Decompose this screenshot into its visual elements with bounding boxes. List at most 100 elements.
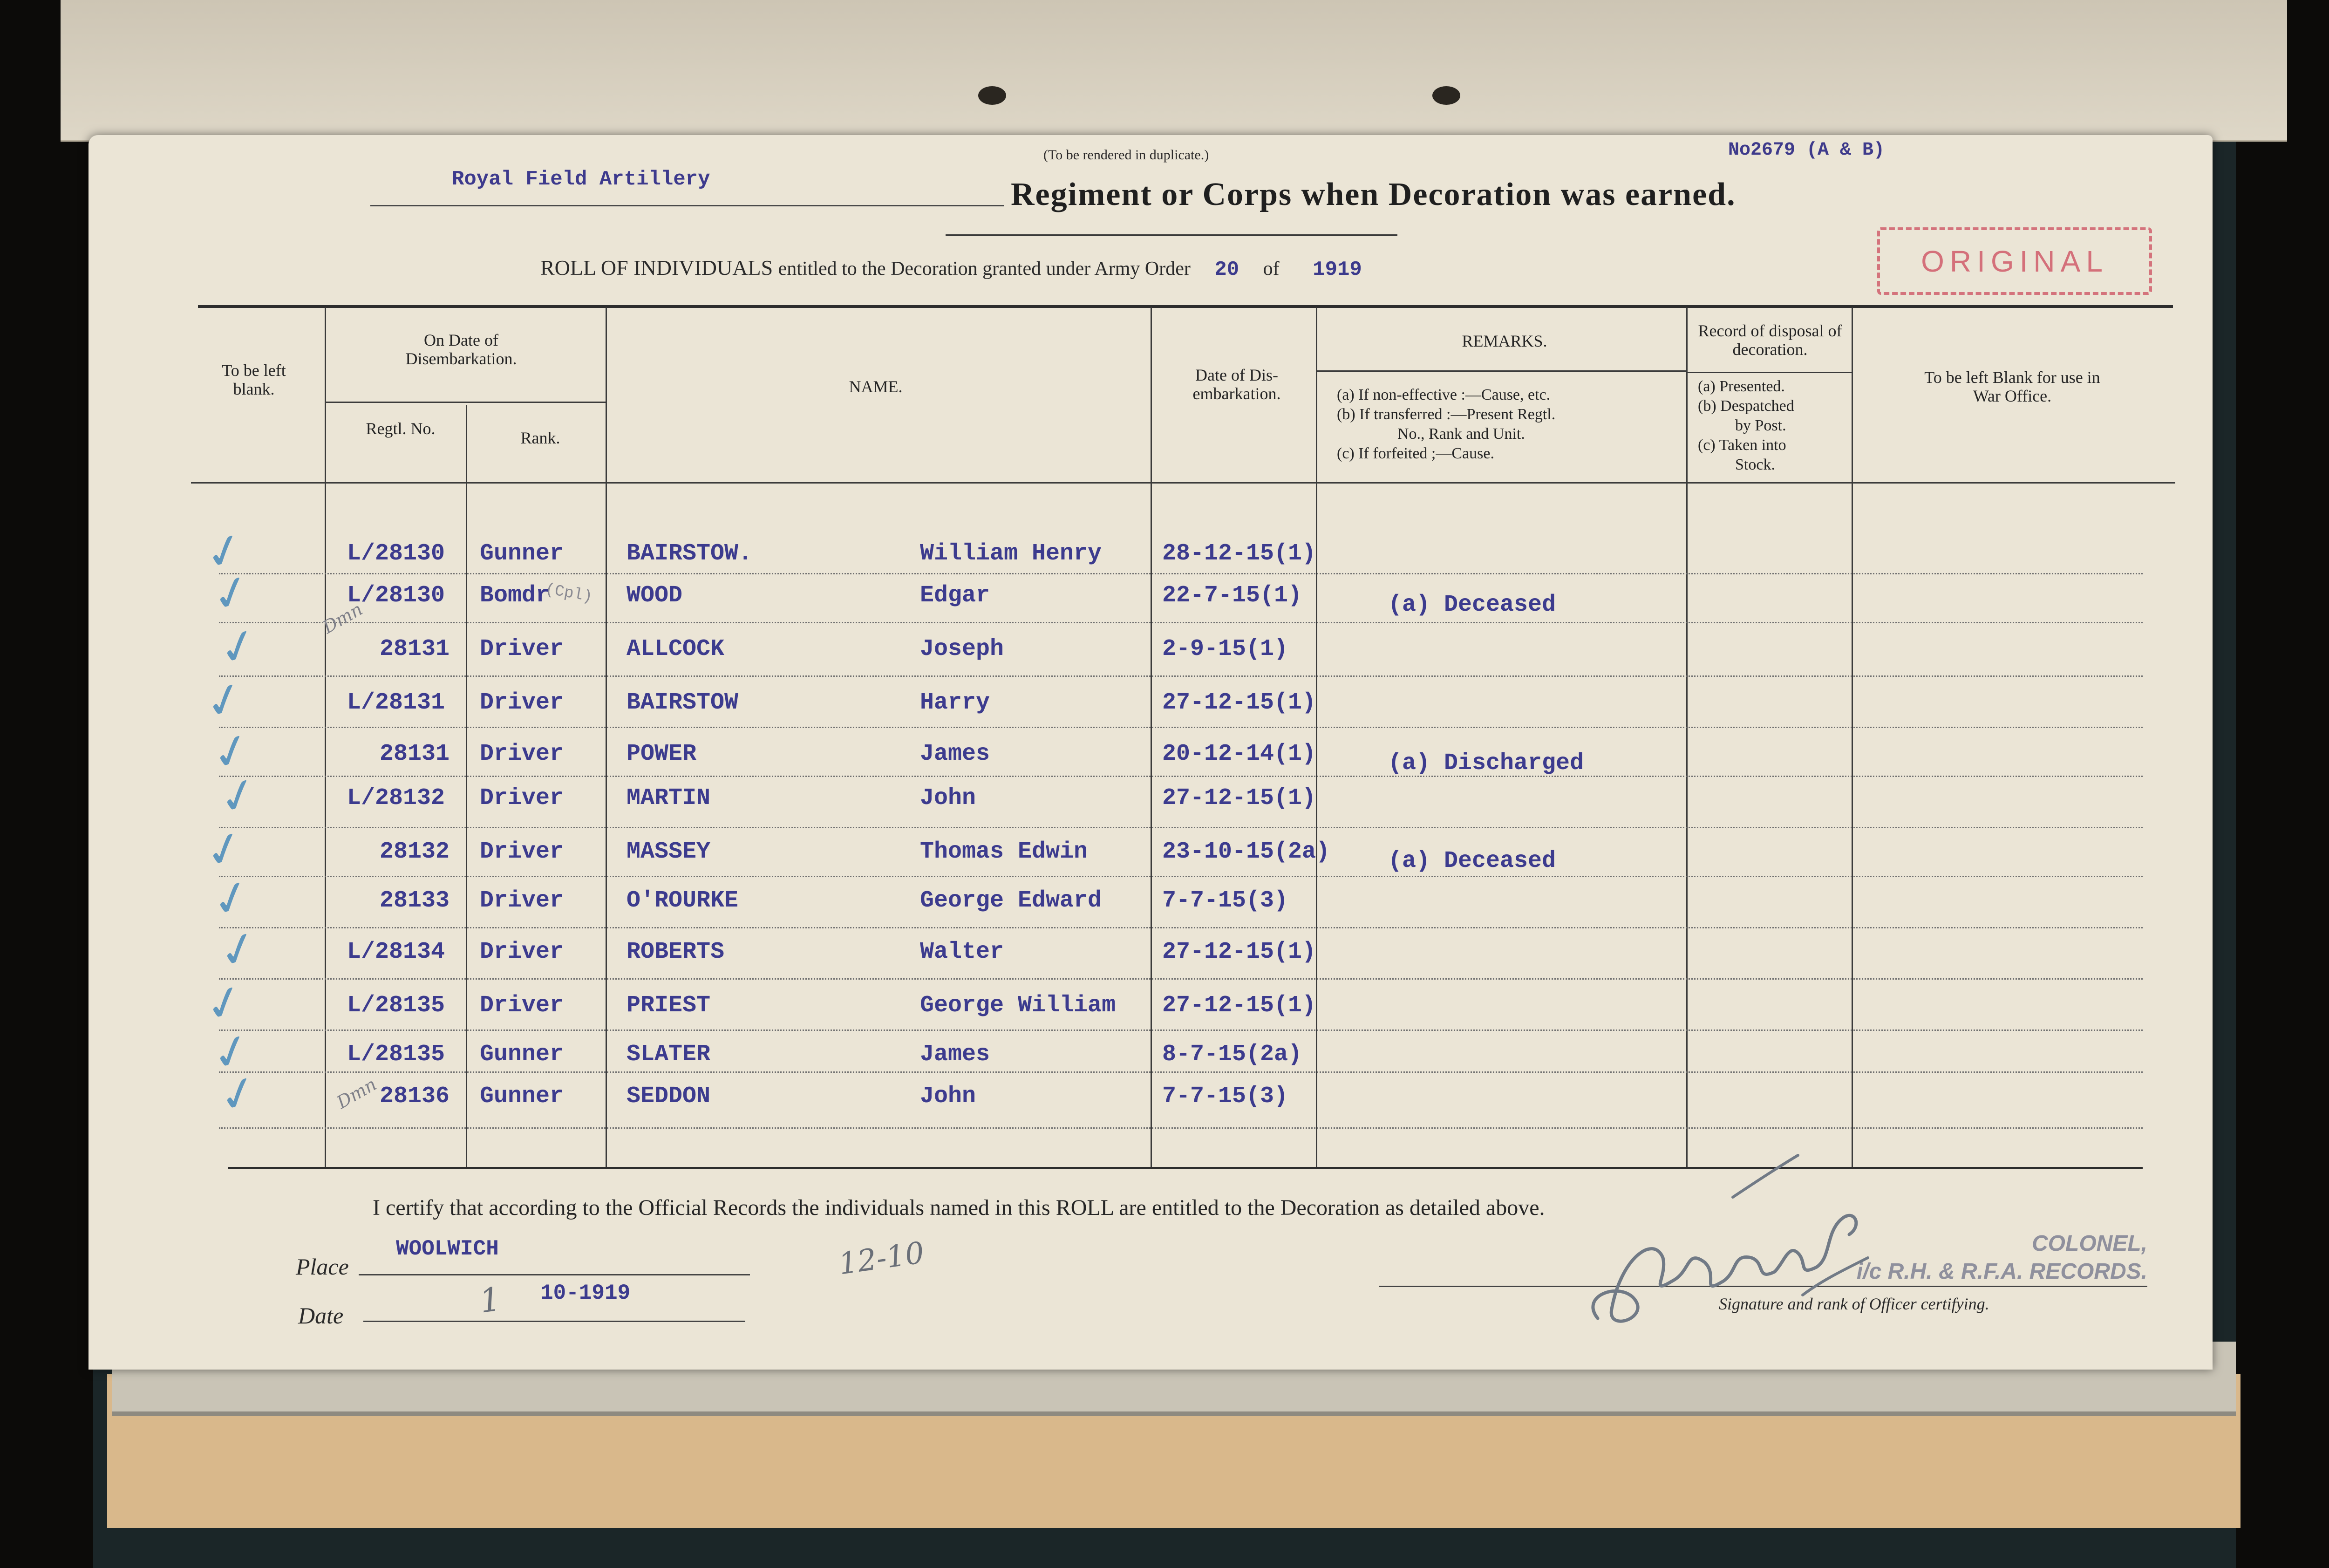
row-rule (219, 776, 2143, 777)
surname-cell: ROBERTS (627, 939, 725, 965)
row-rule (219, 876, 2143, 877)
forenames-cell: Thomas Edwin (920, 839, 1088, 865)
date-cell: 27-12-15(1) (1162, 939, 1316, 965)
regtl-no-cell: L/28135 (347, 1041, 445, 1068)
date-rule (363, 1321, 745, 1322)
surname-cell: ALLCOCK (627, 636, 725, 662)
punch-hole (1432, 86, 1460, 105)
original-stamp: ORIGINAL (1877, 227, 2152, 295)
roll-description: entitled to the Decoration granted under… (778, 258, 1191, 280)
disposal-option-b-cont: by Post. (1735, 417, 1786, 434)
surname-cell: MARTIN (627, 785, 711, 811)
date-cell: 8-7-15(2a) (1162, 1041, 1302, 1068)
army-order-number: 20 (1214, 258, 1239, 281)
certification-text: I certify that according to the Official… (373, 1195, 1545, 1220)
header-blank: To be left blank. (222, 361, 286, 398)
heading-underline (946, 234, 1397, 236)
header-name: NAME. (849, 377, 903, 396)
rank-cell: Driver (480, 785, 564, 811)
rank-cell: Gunner (480, 1083, 564, 1110)
forenames-cell: Walter (920, 939, 1004, 965)
place-label: Place (296, 1254, 349, 1280)
disposal-option-a: (a) Presented. (1698, 378, 1785, 395)
regtl-no-cell: 28132 (380, 839, 450, 865)
surname-cell: SEDDON (627, 1083, 711, 1110)
disposal-option-b: (b) Despatched (1698, 397, 1794, 415)
rank-cell: Gunner (480, 540, 564, 567)
forenames-cell: William Henry (920, 540, 1102, 567)
rank-cell: Bomdr (480, 582, 550, 609)
rank-cell: Driver (480, 636, 564, 662)
row-rule (219, 675, 2143, 677)
regtl-no-cell: L/28135 (347, 992, 445, 1019)
date-cell: 7-7-15(3) (1162, 887, 1288, 914)
previous-page-edge (61, 0, 2287, 142)
date-cell: 2-9-15(1) (1162, 636, 1288, 662)
row-rule (219, 1029, 2143, 1031)
forenames-cell: Harry (920, 689, 990, 716)
header-regtl-no: Regtl. No. (366, 419, 436, 438)
forenames-cell: George William (920, 992, 1116, 1019)
subheader-rule (326, 402, 606, 403)
remarks-option-c: (c) If forfeited ;—Cause. (1337, 445, 1494, 462)
date-cell: 27-12-15(1) (1162, 689, 1316, 716)
rank-cell: Driver (480, 887, 564, 914)
regiment-heading: Regiment or Corps when Decoration was ea… (1011, 177, 1736, 212)
regtl-no-cell: L/28130 (347, 540, 445, 567)
regtl-no-cell: L/28132 (347, 785, 445, 811)
column-divider (1852, 307, 1853, 1169)
date-label: Date (298, 1302, 344, 1329)
regtl-no-cell: L/28134 (347, 939, 445, 965)
forenames-cell: James (920, 1041, 990, 1068)
forenames-cell: Edgar (920, 582, 990, 609)
column-divider (1316, 307, 1317, 1169)
rank-cell: Driver (480, 689, 564, 716)
officer-signature (1591, 1154, 1869, 1323)
surname-cell: SLATER (627, 1041, 711, 1068)
remarks-option-b: (b) If transferred :—Present Regtl. (1337, 406, 1556, 423)
records-stamp: COLONEL, i/c R.H. & R.F.A. RECORDS. (1845, 1230, 2147, 1286)
surname-cell: O'ROURKE (627, 887, 739, 914)
duplicate-note: (To be rendered in duplicate.) (1043, 147, 1209, 163)
reference-number: No2679 (A & B) (1728, 140, 1885, 161)
of-label: of (1263, 258, 1280, 280)
disposal-option-c: (c) Taken into (1698, 436, 1786, 454)
date-value: 10-1919 (540, 1281, 631, 1305)
header-rank: Rank. (520, 429, 560, 447)
roll-line: ROLL OF INDIVIDUALS entitled to the Deco… (540, 255, 1362, 281)
regtl-no-cell: 28133 (380, 887, 450, 914)
surname-cell: WOOD (627, 582, 683, 609)
date-cell: 7-7-15(3) (1162, 1083, 1288, 1110)
header-war-office: To be left Blank for use in War Office. (1924, 368, 2100, 405)
header-remarks: REMARKS. (1462, 332, 1547, 350)
surname-cell: BAIRSTOW (627, 689, 739, 716)
rank-cell: Gunner (480, 1041, 564, 1068)
remarks-cell: (a) Deceased (1388, 848, 1556, 874)
surname-cell: BAIRSTOW. (627, 540, 753, 567)
regtl-no-cell: L/28130 (347, 582, 445, 609)
header-date-disembarkation: Date of Dis- embarkation. (1192, 366, 1281, 403)
disposal-option-c-cont: Stock. (1735, 456, 1775, 473)
rank-cell: Driver (480, 992, 564, 1019)
column-divider (606, 307, 607, 1169)
punch-hole (978, 86, 1006, 105)
regtl-no-cell: 28136 (380, 1083, 450, 1110)
regtl-no-cell: 28131 (380, 741, 450, 767)
surname-cell: POWER (627, 741, 697, 767)
forenames-cell: George Edward (920, 887, 1102, 914)
date-cell: 20-12-14(1) (1162, 741, 1316, 767)
rank-cell: Driver (480, 839, 564, 865)
column-divider (1686, 307, 1688, 1169)
date-cell: 27-12-15(1) (1162, 785, 1316, 811)
date-cell: 28-12-15(1) (1162, 540, 1316, 567)
remarks-option-b-cont: No., Rank and Unit. (1397, 425, 1525, 443)
regtl-no-cell: L/28131 (347, 689, 445, 716)
forenames-cell: James (920, 741, 990, 767)
row-rule (219, 573, 2143, 574)
date-cell: 22-7-15(1) (1162, 582, 1302, 609)
regiment-rule (370, 205, 1004, 206)
regtl-no-cell: 28131 (380, 636, 450, 662)
date-cell: 23-10-15(2a) (1162, 839, 1330, 865)
remarks-cell: (a) Deceased (1388, 592, 1556, 618)
regiment-value: Royal Field Artillery (452, 168, 710, 191)
